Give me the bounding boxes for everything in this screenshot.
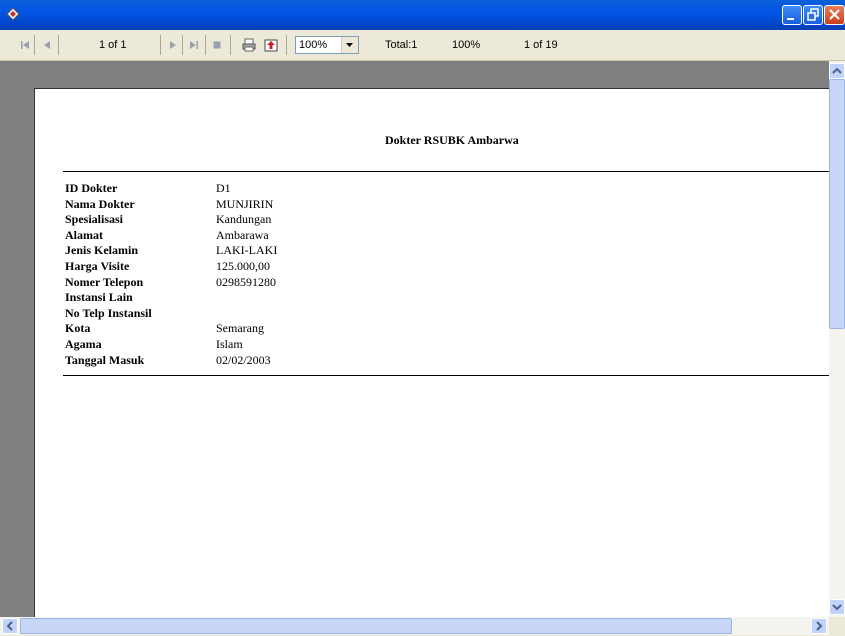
field-label: Alamat bbox=[65, 227, 103, 242]
toolbar-separator bbox=[58, 35, 59, 55]
field-label: Jenis Kelamin bbox=[65, 243, 139, 258]
chevron-down-icon[interactable] bbox=[341, 37, 358, 53]
field-value: Islam bbox=[216, 337, 243, 351]
vertical-scrollbar[interactable] bbox=[829, 61, 845, 617]
field-label: Nomer Telepon bbox=[65, 274, 144, 289]
zoom-percent: 100% bbox=[452, 39, 481, 51]
scroll-up-button[interactable] bbox=[829, 63, 845, 79]
chevron-left-icon bbox=[6, 621, 13, 631]
vertical-scroll-thumb[interactable] bbox=[829, 79, 845, 329]
field-label: ID Dokter bbox=[65, 181, 118, 195]
prev-page-icon[interactable] bbox=[40, 38, 54, 52]
horizontal-scrollbar[interactable] bbox=[0, 617, 829, 635]
export-icon[interactable] bbox=[263, 37, 279, 53]
field-value: 02/02/2003 bbox=[216, 352, 271, 367]
field-label: Spesialisasi bbox=[65, 212, 124, 227]
toolbar-separator bbox=[182, 35, 183, 55]
field-value: Kandungan bbox=[216, 212, 272, 227]
scroll-left-button[interactable] bbox=[2, 618, 18, 634]
field-label: Instansi Lain bbox=[65, 290, 133, 305]
toolbar-separator bbox=[34, 35, 35, 55]
toolbar-separator bbox=[286, 35, 287, 55]
print-icon[interactable] bbox=[241, 37, 257, 53]
total-records: Total:1 bbox=[385, 39, 418, 51]
scroll-right-button[interactable] bbox=[811, 618, 827, 634]
bottom-divider bbox=[63, 375, 829, 376]
field-label: Nama Dokter bbox=[65, 196, 135, 211]
stop-icon[interactable] bbox=[210, 38, 224, 52]
toolbar-separator bbox=[160, 35, 161, 55]
field-value: 125.000,00 bbox=[216, 259, 270, 273]
field-label: No Telp Instansil bbox=[65, 305, 152, 320]
zoom-value: 100% bbox=[299, 39, 328, 51]
field-value: 0298591280 bbox=[216, 274, 276, 289]
field-value: LAKI-LAKI bbox=[216, 243, 278, 258]
field-value: Ambarawa bbox=[216, 227, 269, 242]
close-button[interactable] bbox=[824, 5, 845, 25]
record-indicator: 1 of 19 bbox=[524, 39, 558, 51]
field-label: Tanggal Masuk bbox=[65, 352, 145, 367]
page-indicator: 1 of 1 bbox=[99, 39, 127, 51]
toolbar-separator bbox=[205, 35, 206, 55]
close-icon bbox=[829, 9, 840, 20]
scrollbar-corner bbox=[829, 617, 845, 635]
report-viewport[interactable]: Dokter RSUBK Ambarwa ID Dokter D1 Nama Dok… bbox=[0, 61, 829, 617]
maximize-button[interactable] bbox=[803, 5, 823, 25]
minimize-icon bbox=[787, 18, 794, 20]
scroll-down-button[interactable] bbox=[829, 599, 845, 615]
horizontal-scroll-thumb[interactable] bbox=[20, 618, 732, 634]
field-value: MUNJIRIN bbox=[216, 196, 274, 211]
top-divider bbox=[63, 171, 829, 172]
field-value: Semarang bbox=[216, 321, 264, 336]
field-label: Harga Visite bbox=[65, 259, 130, 273]
field-label: Agama bbox=[65, 337, 102, 351]
last-page-icon[interactable] bbox=[187, 38, 201, 52]
viewer-toolbar: 1 of 1 100% Total:1 100% 1 of 19 bbox=[0, 30, 845, 61]
report-title: Dokter RSUBK Ambarwa bbox=[385, 133, 519, 147]
toolbar-separator bbox=[230, 35, 231, 55]
title-bar bbox=[0, 0, 845, 30]
chevron-right-icon bbox=[816, 621, 823, 631]
chevron-up-icon bbox=[832, 67, 842, 74]
field-value: D1 bbox=[216, 181, 231, 195]
report-page: Dokter RSUBK Ambarwa ID Dokter D1 Nama Dok… bbox=[34, 88, 829, 617]
minimize-button[interactable] bbox=[782, 5, 802, 25]
next-page-icon[interactable] bbox=[166, 38, 180, 52]
first-page-icon[interactable] bbox=[18, 38, 32, 52]
zoom-select[interactable]: 100% bbox=[295, 36, 359, 54]
app-icon bbox=[6, 7, 20, 21]
maximize-icon bbox=[807, 8, 819, 21]
field-label: Kota bbox=[65, 321, 91, 336]
chevron-down-icon bbox=[832, 604, 842, 611]
